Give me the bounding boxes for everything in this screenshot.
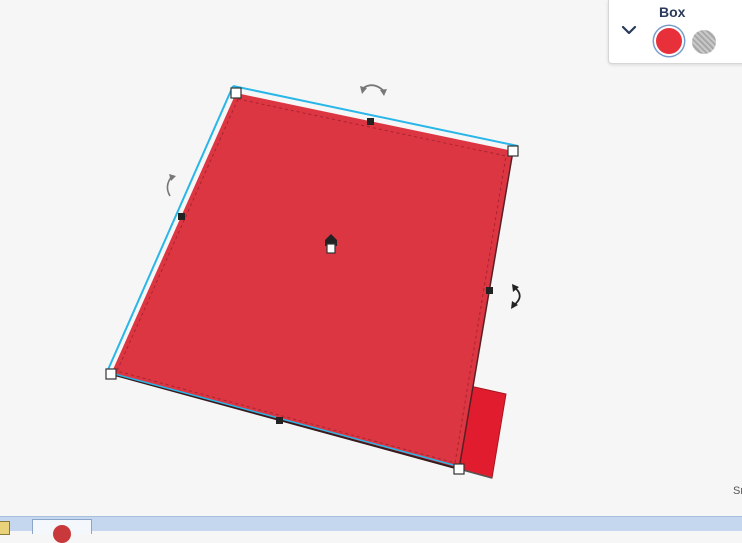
rotate-arrow-head-right xyxy=(380,89,387,96)
height-handle-box[interactable] xyxy=(326,243,336,254)
resize-handle-top-left[interactable] xyxy=(230,87,242,99)
taskbar xyxy=(0,516,742,543)
scene-canvas[interactable] xyxy=(0,0,742,530)
panel-collapse-button[interactable] xyxy=(619,20,639,40)
resize-handle-left[interactable] xyxy=(178,213,185,220)
resize-handle-top[interactable] xyxy=(367,118,374,125)
hole-swatch[interactable] xyxy=(692,30,716,54)
box-top-face[interactable] xyxy=(111,93,513,469)
chevron-down-icon xyxy=(621,25,637,35)
folder-icon[interactable] xyxy=(0,521,10,535)
resize-handle-bottom-right[interactable] xyxy=(453,463,465,475)
resize-handle-top-right[interactable] xyxy=(507,145,519,157)
shape-properties-panel: Box xyxy=(608,0,742,64)
resize-handle-bottom[interactable] xyxy=(276,417,283,424)
taskbar-app-button[interactable] xyxy=(32,519,92,543)
rotate-handle-right[interactable] xyxy=(511,284,521,309)
snap-grid-label[interactable]: Sn xyxy=(733,485,742,497)
rotate-handle-left[interactable] xyxy=(166,174,176,197)
app-icon xyxy=(53,525,71,543)
panel-title: Box xyxy=(659,4,686,20)
workplane-viewport[interactable]: Box Sn xyxy=(0,0,742,543)
solid-color-swatch[interactable] xyxy=(656,28,682,54)
rotate-handle-top[interactable] xyxy=(360,84,387,96)
resize-handle-right[interactable] xyxy=(486,287,493,294)
resize-handle-bottom-left[interactable] xyxy=(105,368,117,380)
